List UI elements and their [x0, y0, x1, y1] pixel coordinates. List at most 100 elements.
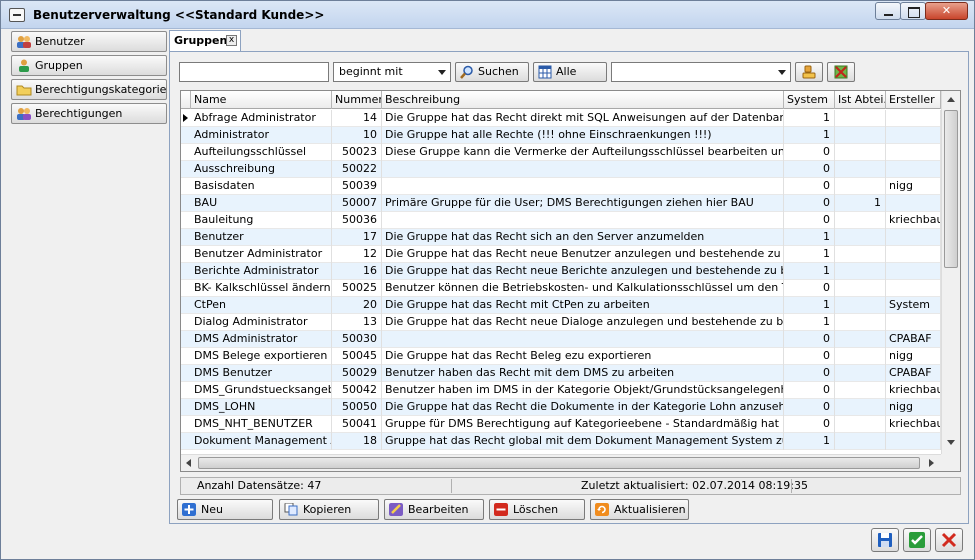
cell-ist-abteilung[interactable] [835, 416, 886, 433]
cell-beschreibung[interactable]: Die Gruppe hat das Recht neue Dialoge an… [382, 314, 784, 331]
cell-beschreibung[interactable]: Benutzer haben das Recht mit dem DMS zu … [382, 365, 784, 382]
cell-beschreibung[interactable]: Die Gruppe hat das Recht neue Berichte a… [382, 263, 784, 280]
minimize-button[interactable] [875, 2, 901, 20]
cell-ersteller[interactable]: kriechbaum [886, 212, 941, 229]
cell-beschreibung[interactable]: Die Gruppe hat das Recht direkt mit SQL … [382, 110, 784, 127]
cell-nummer[interactable]: 17 [332, 229, 382, 246]
cell-system[interactable]: 1 [784, 263, 835, 280]
cell-ersteller[interactable] [886, 433, 941, 450]
cell-ist-abteilung[interactable] [835, 212, 886, 229]
sidebar-item-berechtigungskategorien[interactable]: Berechtigungskategorien [11, 79, 167, 100]
cell-nummer[interactable]: 50050 [332, 399, 382, 416]
tab-gruppen[interactable]: Gruppen x [169, 30, 241, 52]
cell-nummer[interactable]: 50045 [332, 348, 382, 365]
cell-name[interactable]: Administrator [191, 127, 332, 144]
table-row[interactable]: DMS_NHT_BENUTZER 50041 Gruppe für DMS Bere… [181, 416, 941, 433]
cell-system[interactable]: 1 [784, 127, 835, 144]
cell-beschreibung[interactable] [382, 331, 784, 348]
cell-beschreibung[interactable]: Benutzer können die Betriebskosten- und … [382, 280, 784, 297]
cell-name[interactable]: DMS_Grundstuecksangebot [191, 382, 332, 399]
cell-beschreibung[interactable]: Die Gruppe hat das Recht Beleg ezu expor… [382, 348, 784, 365]
search-input[interactable] [179, 62, 329, 82]
cell-nummer[interactable]: 50025 [332, 280, 382, 297]
scroll-right-icon[interactable] [929, 459, 934, 467]
cell-nummer[interactable]: 50023 [332, 144, 382, 161]
cell-nummer[interactable]: 50022 [332, 161, 382, 178]
table-row[interactable]: BK- Kalkschlüssel ändern 50025 Benutzer kö… [181, 280, 941, 297]
cell-ist-abteilung[interactable] [835, 314, 886, 331]
cell-system[interactable]: 0 [784, 178, 835, 195]
cell-ersteller[interactable]: System [886, 297, 941, 314]
cell-nummer[interactable]: 50030 [332, 331, 382, 348]
cell-beschreibung[interactable]: Gruppe für DMS Berechtigung auf Kategori… [382, 416, 784, 433]
cell-name[interactable]: Basisdaten [191, 178, 332, 195]
table-row[interactable]: Berichte Administrator 16 Die Gruppe hat d… [181, 263, 941, 280]
cell-name[interactable]: DMS Administrator [191, 331, 332, 348]
sidebar-item-berechtigungen[interactable]: Berechtigungen [11, 103, 167, 124]
cell-beschreibung[interactable]: Die Gruppe hat das Recht mit CtPen zu ar… [382, 297, 784, 314]
cell-beschreibung[interactable]: Die Gruppe hat das Recht neue Benutzer a… [382, 246, 784, 263]
tab-close-icon[interactable]: x [226, 35, 237, 46]
table-row[interactable]: Administrator 10 Die Gruppe hat alle Recht… [181, 127, 941, 144]
cell-name[interactable]: BAU [191, 195, 332, 212]
scroll-left-icon[interactable] [186, 459, 191, 467]
cell-ersteller[interactable] [886, 161, 941, 178]
horizontal-scroll-thumb[interactable] [198, 457, 920, 469]
cell-ist-abteilung[interactable] [835, 399, 886, 416]
refresh-button[interactable]: Aktualisieren [590, 499, 689, 520]
table-row[interactable]: DMS_LOHN 50050 Die Gruppe hat das Recht di… [181, 399, 941, 416]
cell-system[interactable]: 1 [784, 433, 835, 450]
cell-system[interactable]: 1 [784, 229, 835, 246]
cell-ist-abteilung[interactable] [835, 110, 886, 127]
horizontal-scrollbar[interactable] [181, 454, 941, 471]
cell-name[interactable]: Berichte Administrator [191, 263, 332, 280]
cell-name[interactable]: DMS Belege exportieren [191, 348, 332, 365]
system-menu-icon[interactable] [9, 8, 25, 22]
cell-ersteller[interactable]: CPABAF [886, 331, 941, 348]
cell-ist-abteilung[interactable] [835, 229, 886, 246]
cell-ist-abteilung[interactable] [835, 382, 886, 399]
cell-system[interactable]: 1 [784, 110, 835, 127]
table-row[interactable]: DMS Belege exportieren 50045 Die Gruppe ha… [181, 348, 941, 365]
table-row[interactable]: DMS Administrator 50030 0 CPABAF [181, 331, 941, 348]
ok-button[interactable] [903, 528, 931, 552]
cell-beschreibung[interactable]: Primäre Gruppe für die User; DMS Berecht… [382, 195, 784, 212]
cell-beschreibung[interactable] [382, 161, 784, 178]
cell-system[interactable]: 0 [784, 195, 835, 212]
cell-beschreibung[interactable]: Die Gruppe hat alle Rechte (!!! ohne Ein… [382, 127, 784, 144]
cancel-button[interactable] [935, 528, 963, 552]
filter-apply-button[interactable] [795, 62, 823, 82]
cell-nummer[interactable]: 12 [332, 246, 382, 263]
cell-name[interactable]: Abfrage Administrator [191, 110, 332, 127]
cell-ersteller[interactable] [886, 195, 941, 212]
vertical-scroll-thumb[interactable] [944, 110, 958, 268]
cell-system[interactable]: 0 [784, 382, 835, 399]
cell-name[interactable]: CtPen [191, 297, 332, 314]
column-header-name[interactable]: Name [191, 91, 332, 109]
cell-ersteller[interactable]: nigg [886, 178, 941, 195]
cell-name[interactable]: Benutzer Administrator [191, 246, 332, 263]
sidebar-item-benutzer[interactable]: Benutzer [11, 31, 167, 52]
cell-ist-abteilung[interactable]: 1 [835, 195, 886, 212]
table-row[interactable]: Dokument Management Adm18Gruppe hat das … [181, 433, 941, 450]
cell-system[interactable]: 0 [784, 365, 835, 382]
cell-name[interactable]: Bauleitung [191, 212, 332, 229]
table-row[interactable]: Benutzer 17 Die Gruppe hat das Recht sich … [181, 229, 941, 246]
cell-ersteller[interactable] [886, 263, 941, 280]
cell-name[interactable]: Dokument Management Adm [191, 433, 332, 450]
cell-nummer[interactable]: 50036 [332, 212, 382, 229]
sidebar-item-gruppen[interactable]: Gruppen [11, 55, 167, 76]
cell-ist-abteilung[interactable] [835, 263, 886, 280]
table-row[interactable]: DMS_Grundstuecksangebot 50042 Benutzer hab… [181, 382, 941, 399]
table-row[interactable]: Aufteilungsschlüssel 50023 Diese Gruppe ka… [181, 144, 941, 161]
table-row[interactable]: Bauleitung50036 0 kriechbaum [181, 212, 941, 229]
column-header-ist-abteilung[interactable]: Ist Abtei... [835, 91, 886, 109]
cell-ersteller[interactable] [886, 127, 941, 144]
show-all-button[interactable]: Alle [533, 62, 607, 82]
cell-system[interactable]: 0 [784, 348, 835, 365]
cell-ist-abteilung[interactable] [835, 365, 886, 382]
cell-nummer[interactable]: 16 [332, 263, 382, 280]
cell-ist-abteilung[interactable] [835, 433, 886, 450]
edit-button[interactable]: Bearbeiten [384, 499, 484, 520]
cell-name[interactable]: DMS_LOHN [191, 399, 332, 416]
